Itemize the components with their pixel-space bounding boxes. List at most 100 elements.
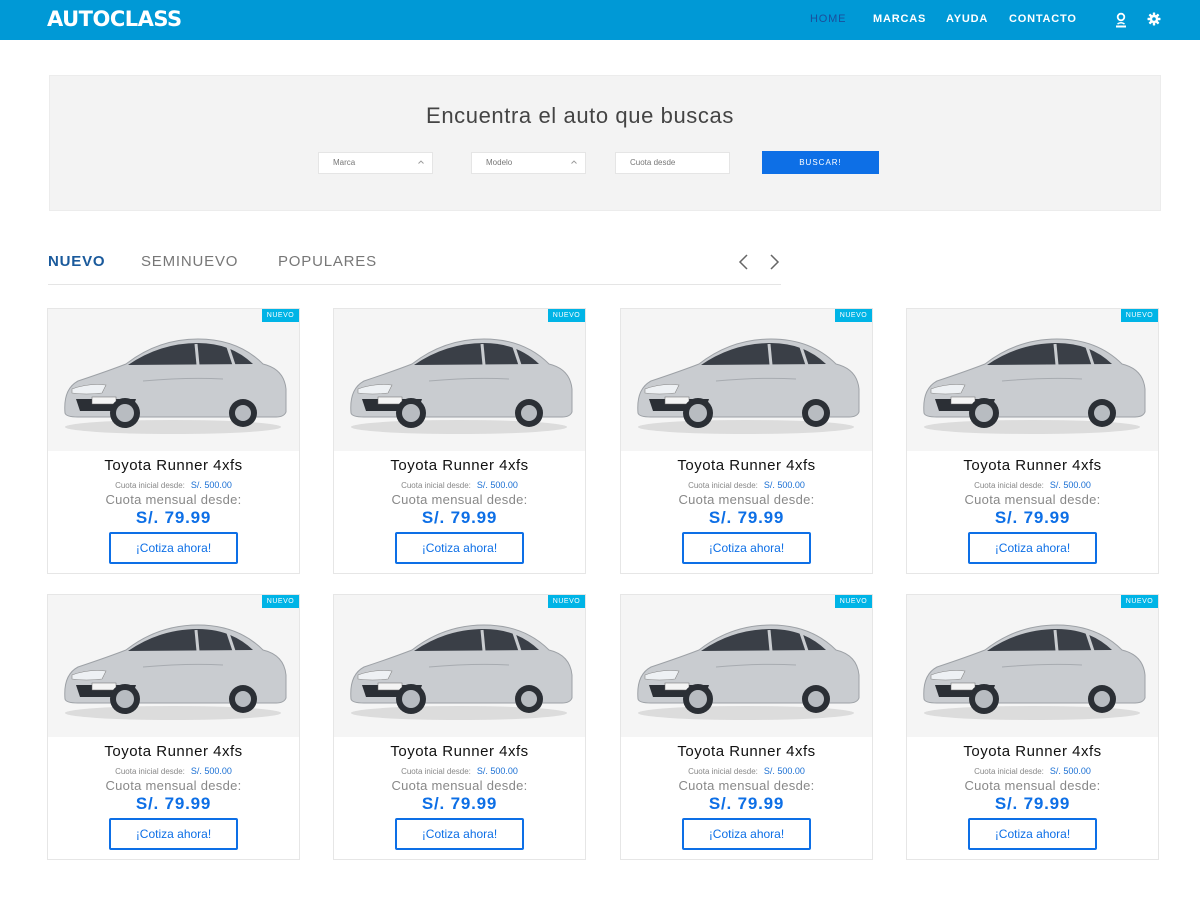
car-title[interactable]: Toyota Runner 4xfs [907,743,1158,760]
car-card[interactable]: NUEVO Toyota Runner 4xfs Cuota inicial d… [620,308,873,574]
cuota-inicial: Cuota inicial desde: S/. 500.00 [907,766,1158,776]
modelo-select[interactable]: Modelo [471,152,586,174]
car-image[interactable]: NUEVO [621,309,872,451]
tab-seminuevo[interactable]: SEMINUEVO [141,253,238,270]
modelo-select-label: Modelo [486,158,513,167]
cuota-inicial-label: Cuota inicial desde: [688,767,758,776]
cuota-inicial: Cuota inicial desde: S/. 500.00 [621,480,872,490]
status-badge: NUEVO [262,309,299,322]
cuota-mensual-label: Cuota mensual desde: [678,778,815,793]
car-card[interactable]: NUEVO Toyota Runner 4xfs Cuota inicial d… [906,308,1159,574]
cuota-inicial-value: S/. 500.00 [763,766,805,776]
car-image[interactable]: NUEVO [907,595,1158,737]
cotiza-button[interactable]: ¡Cotiza ahora! [968,532,1097,564]
price: S/. 79.99 [421,508,498,527]
price: S/. 79.99 [708,508,785,527]
car-card[interactable]: NUEVO Toyota Runner 4xfs Cuota inicial d… [47,308,300,574]
car-image[interactable]: NUEVO [334,309,585,451]
car-title[interactable]: Toyota Runner 4xfs [621,457,872,474]
cotiza-button[interactable]: ¡Cotiza ahora! [968,818,1097,850]
marca-select[interactable]: Marca [318,152,433,174]
car-image[interactable]: NUEVO [621,595,872,737]
cuota-mensual-label: Cuota mensual desde: [105,492,242,507]
price: S/. 79.99 [135,508,212,527]
gear-icon[interactable] [1147,12,1163,28]
car-image[interactable]: NUEVO [48,309,299,451]
category-tabs: NUEVO SEMINUEVO POPULARES [48,252,781,285]
navbar: AUTOCLASS HOME MARCAS AYUDA CONTACTO [0,0,1200,40]
status-badge: NUEVO [1121,595,1158,608]
status-badge: NUEVO [262,595,299,608]
chevron-up-icon [418,160,424,164]
car-card[interactable]: NUEVO Toyota Runner 4xfs Cuota inicial d… [333,308,586,574]
logo[interactable]: AUTOCLASS [47,7,182,31]
price: S/. 79.99 [708,794,785,813]
cuota-inicial: Cuota inicial desde: S/. 500.00 [48,766,299,776]
cuota-mensual-label: Cuota mensual desde: [391,778,528,793]
car-title[interactable]: Toyota Runner 4xfs [48,743,299,760]
cuota-mensual-label: Cuota mensual desde: [105,778,242,793]
cuota-input[interactable]: Cuota desde [615,152,730,174]
car-card[interactable]: NUEVO Toyota Runner 4xfs Cuota inicial d… [333,594,586,860]
chevron-left-icon[interactable] [737,252,753,272]
price: S/. 79.99 [421,794,498,813]
cotiza-button[interactable]: ¡Cotiza ahora! [682,532,811,564]
user-icon[interactable] [1114,12,1130,28]
cotiza-button[interactable]: ¡Cotiza ahora! [109,818,238,850]
car-title[interactable]: Toyota Runner 4xfs [907,457,1158,474]
chevron-right-icon[interactable] [767,252,783,272]
cotiza-button[interactable]: ¡Cotiza ahora! [109,532,238,564]
tab-populares[interactable]: POPULARES [278,253,377,270]
cotiza-button[interactable]: ¡Cotiza ahora! [395,532,524,564]
car-card[interactable]: NUEVO Toyota Runner 4xfs Cuota inicial d… [620,594,873,860]
status-badge: NUEVO [835,595,872,608]
nav-contacto[interactable]: CONTACTO [1009,13,1077,25]
cuota-inicial: Cuota inicial desde: S/. 500.00 [907,480,1158,490]
cuota-inicial-label: Cuota inicial desde: [688,481,758,490]
cuota-inicial: Cuota inicial desde: S/. 500.00 [334,480,585,490]
car-title[interactable]: Toyota Runner 4xfs [334,457,585,474]
cotiza-button[interactable]: ¡Cotiza ahora! [395,818,524,850]
car-title[interactable]: Toyota Runner 4xfs [621,743,872,760]
marca-select-label: Marca [333,158,356,167]
cuota-inicial: Cuota inicial desde: S/. 500.00 [621,766,872,776]
cuota-inicial-value: S/. 500.00 [1049,766,1091,776]
car-title[interactable]: Toyota Runner 4xfs [334,743,585,760]
nav-marcas[interactable]: MARCAS [873,13,926,25]
search-button[interactable]: BUSCAR! [762,151,879,174]
status-badge: NUEVO [1121,309,1158,322]
status-badge: NUEVO [548,595,585,608]
price: S/. 79.99 [994,508,1071,527]
cuota-inicial-value: S/. 500.00 [190,766,232,776]
cuota-inicial: Cuota inicial desde: S/. 500.00 [334,766,585,776]
cuota-inicial-value: S/. 500.00 [1049,480,1091,490]
tab-nuevo[interactable]: NUEVO [48,253,105,270]
car-card[interactable]: NUEVO Toyota Runner 4xfs Cuota inicial d… [906,594,1159,860]
cotiza-button[interactable]: ¡Cotiza ahora! [682,818,811,850]
cuota-inicial-label: Cuota inicial desde: [115,481,185,490]
cuota-mensual-label: Cuota mensual desde: [678,492,815,507]
cuota-inicial-label: Cuota inicial desde: [115,767,185,776]
car-card[interactable]: NUEVO Toyota Runner 4xfs Cuota inicial d… [47,594,300,860]
search-title: Encuentra el auto que buscas [426,103,734,128]
price: S/. 79.99 [135,794,212,813]
car-image[interactable]: NUEVO [48,595,299,737]
car-image[interactable]: NUEVO [907,309,1158,451]
nav-home[interactable]: HOME [810,13,846,25]
cuota-inicial-label: Cuota inicial desde: [974,481,1044,490]
status-badge: NUEVO [548,309,585,322]
car-image[interactable]: NUEVO [334,595,585,737]
cuota-inicial-label: Cuota inicial desde: [401,481,471,490]
price: S/. 79.99 [994,794,1071,813]
status-badge: NUEVO [835,309,872,322]
cuota-mensual-label: Cuota mensual desde: [964,492,1101,507]
search-banner: Encuentra el auto que buscas Marca Model… [49,75,1161,211]
cuota-mensual-label: Cuota mensual desde: [391,492,528,507]
cuota-inicial-label: Cuota inicial desde: [974,767,1044,776]
cuota-inicial-value: S/. 500.00 [763,480,805,490]
car-title[interactable]: Toyota Runner 4xfs [48,457,299,474]
cuota-inicial-value: S/. 500.00 [476,766,518,776]
nav-ayuda[interactable]: AYUDA [946,13,988,25]
cuota-inicial: Cuota inicial desde: S/. 500.00 [48,480,299,490]
cuota-inicial-value: S/. 500.00 [190,480,232,490]
